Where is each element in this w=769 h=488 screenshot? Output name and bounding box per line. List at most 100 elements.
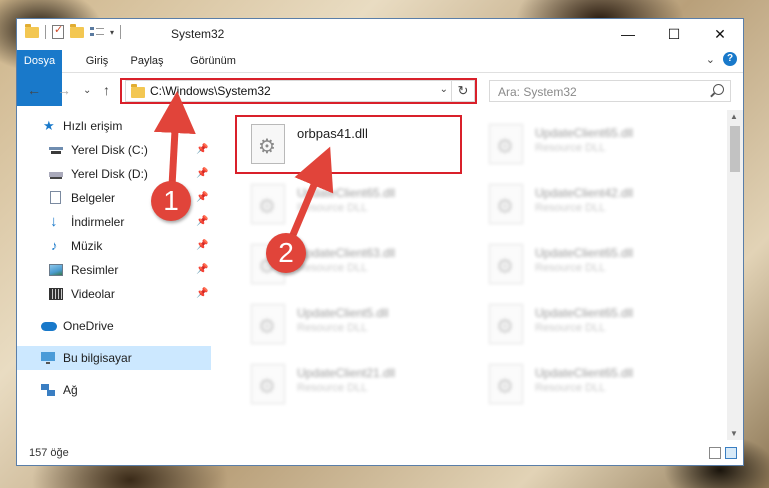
download-icon: ↓	[50, 213, 58, 230]
file-name: UpdateClient65.dll	[535, 126, 634, 140]
search-box[interactable]	[489, 80, 731, 102]
step-one-badge: 1	[151, 181, 191, 221]
dll-file-icon	[489, 184, 523, 224]
recent-locations-button[interactable]: ⌄	[83, 85, 91, 96]
quick-access-toolbar: ▾	[25, 23, 122, 39]
file-type: Resource DLL	[297, 202, 368, 214]
file-name: UpdateClient5.dll	[297, 306, 389, 320]
tab-view[interactable]: Görünüm	[183, 50, 243, 72]
computer-icon	[41, 352, 55, 364]
vertical-scrollbar[interactable]: ▲ ▼	[727, 110, 743, 440]
scroll-thumb[interactable]	[730, 126, 740, 172]
sidebar-item-label: Müzik	[71, 239, 103, 253]
sidebar-item-label: Videolar	[71, 287, 115, 301]
file-name: UpdateClient42.dll	[535, 186, 634, 200]
file-item[interactable]: UpdateClient42.dll Resource DLL	[465, 176, 685, 232]
star-icon: ★	[43, 118, 55, 133]
file-item[interactable]: UpdateClient65.dll Resource DLL	[465, 296, 685, 352]
address-highlight-box	[120, 78, 477, 104]
forward-button[interactable]: →	[57, 82, 71, 98]
help-icon[interactable]: ?	[723, 52, 737, 66]
file-item[interactable]: UpdateClient65.dll Resource DLL	[227, 176, 447, 232]
file-type: Resource DLL	[535, 142, 606, 154]
sidebar-item-label: Yerel Disk (C:)	[71, 143, 148, 157]
status-bar: 157 öğe	[17, 443, 743, 465]
file-type: Resource DLL	[297, 322, 368, 334]
file-type: Resource DLL	[535, 262, 606, 274]
pin-icon[interactable]: 📌	[196, 234, 208, 258]
title-bar: ▾ System32 — ☐ ✕	[17, 19, 743, 50]
navigation-pane: ★ Hızlı erişim Yerel Disk (C:) 📌 Yerel D…	[17, 110, 211, 440]
file-item[interactable]: UpdateClient65.dll Resource DLL	[465, 356, 685, 412]
expand-ribbon-icon[interactable]: ⌄	[706, 53, 715, 66]
sidebar-item-videos[interactable]: Videolar 📌	[17, 282, 211, 306]
folder-icon	[25, 23, 39, 38]
toolbar-separator	[45, 25, 46, 39]
file-item[interactable]: UpdateClient5.dll Resource DLL	[227, 296, 447, 352]
sidebar-item-label: Hızlı erişim	[63, 119, 123, 133]
file-type: Resource DLL	[297, 382, 368, 394]
ribbon-tabs: Dosya Giriş Paylaş Görünüm ⌄ ?	[17, 50, 743, 106]
pin-icon[interactable]: 📌	[196, 282, 208, 306]
file-item[interactable]: UpdateClient21.dll Resource DLL	[227, 356, 447, 412]
file-name: UpdateClient21.dll	[297, 366, 396, 380]
view-properties-icon[interactable]	[90, 26, 104, 38]
sidebar-item-label: Ağ	[63, 383, 78, 397]
pin-icon[interactable]: 📌	[196, 258, 208, 282]
sidebar-item-this-pc[interactable]: Bu bilgisayar	[17, 346, 211, 370]
sidebar-item-local-disk-c[interactable]: Yerel Disk (C:) 📌	[17, 138, 211, 162]
document-icon	[50, 191, 61, 204]
sidebar-item-music[interactable]: ♪ Müzik 📌	[17, 234, 211, 258]
search-icon[interactable]	[713, 84, 724, 95]
file-type: Resource DLL	[297, 262, 368, 274]
dll-file-icon	[251, 184, 285, 224]
pin-icon[interactable]: 📌	[196, 162, 208, 186]
dll-file-icon	[489, 304, 523, 344]
sidebar-item-quick-access[interactable]: ★ Hızlı erişim	[17, 114, 211, 138]
details-view-icon[interactable]	[709, 447, 721, 459]
network-icon	[41, 384, 55, 396]
music-icon: ♪	[51, 238, 58, 253]
sidebar-item-pictures[interactable]: Resimler 📌	[17, 258, 211, 282]
video-icon	[49, 288, 63, 300]
scroll-up-icon[interactable]: ▲	[730, 112, 738, 121]
tab-home[interactable]: Giriş	[75, 50, 119, 72]
sidebar-item-network[interactable]: Ağ	[17, 378, 211, 402]
file-name: UpdateClient63.dll	[297, 246, 396, 260]
minimize-button[interactable]: —	[605, 19, 651, 49]
dll-file-icon	[489, 124, 523, 164]
item-count: 157 öğe	[29, 447, 69, 459]
file-item[interactable]: UpdateClient65.dll Resource DLL	[465, 236, 685, 292]
file-type: Resource DLL	[535, 382, 606, 394]
pin-icon[interactable]: 📌	[196, 138, 208, 162]
view-switcher	[709, 447, 737, 459]
customize-dropdown-icon[interactable]: ▾	[110, 28, 114, 37]
scroll-down-icon[interactable]: ▼	[730, 429, 738, 438]
pin-icon[interactable]: 📌	[196, 210, 208, 234]
step-two-badge: 2	[266, 233, 306, 273]
maximize-button[interactable]: ☐	[651, 19, 697, 49]
new-folder-icon[interactable]	[70, 23, 84, 38]
file-item[interactable]: UpdateClient63.dll Resource DLL	[227, 236, 447, 292]
sidebar-item-label: Belgeler	[71, 191, 116, 205]
dll-file-icon	[251, 304, 285, 344]
properties-check-icon[interactable]	[52, 23, 64, 39]
sidebar-item-local-disk-d[interactable]: Yerel Disk (D:) 📌	[17, 162, 211, 186]
sidebar-item-label: Bu bilgisayar	[63, 351, 132, 365]
sidebar-item-label: Yerel Disk (D:)	[71, 167, 148, 181]
drive-icon	[49, 168, 63, 180]
search-input[interactable]	[496, 83, 700, 101]
sidebar-item-onedrive[interactable]: OneDrive	[17, 314, 211, 338]
file-type: Resource DLL	[535, 202, 606, 214]
pin-icon[interactable]: 📌	[196, 186, 208, 210]
close-button[interactable]: ✕	[697, 19, 743, 49]
file-item[interactable]: UpdateClient65.dll Resource DLL	[465, 116, 685, 172]
tiles-view-icon[interactable]	[725, 447, 737, 459]
tab-share[interactable]: Paylaş	[121, 50, 173, 72]
toolbar-separator	[120, 25, 122, 39]
file-type: Resource DLL	[535, 322, 606, 334]
up-button[interactable]: ↑	[103, 82, 110, 98]
dll-file-icon	[251, 364, 285, 404]
file-highlight-box	[235, 115, 462, 174]
back-button[interactable]: ←	[27, 82, 41, 98]
